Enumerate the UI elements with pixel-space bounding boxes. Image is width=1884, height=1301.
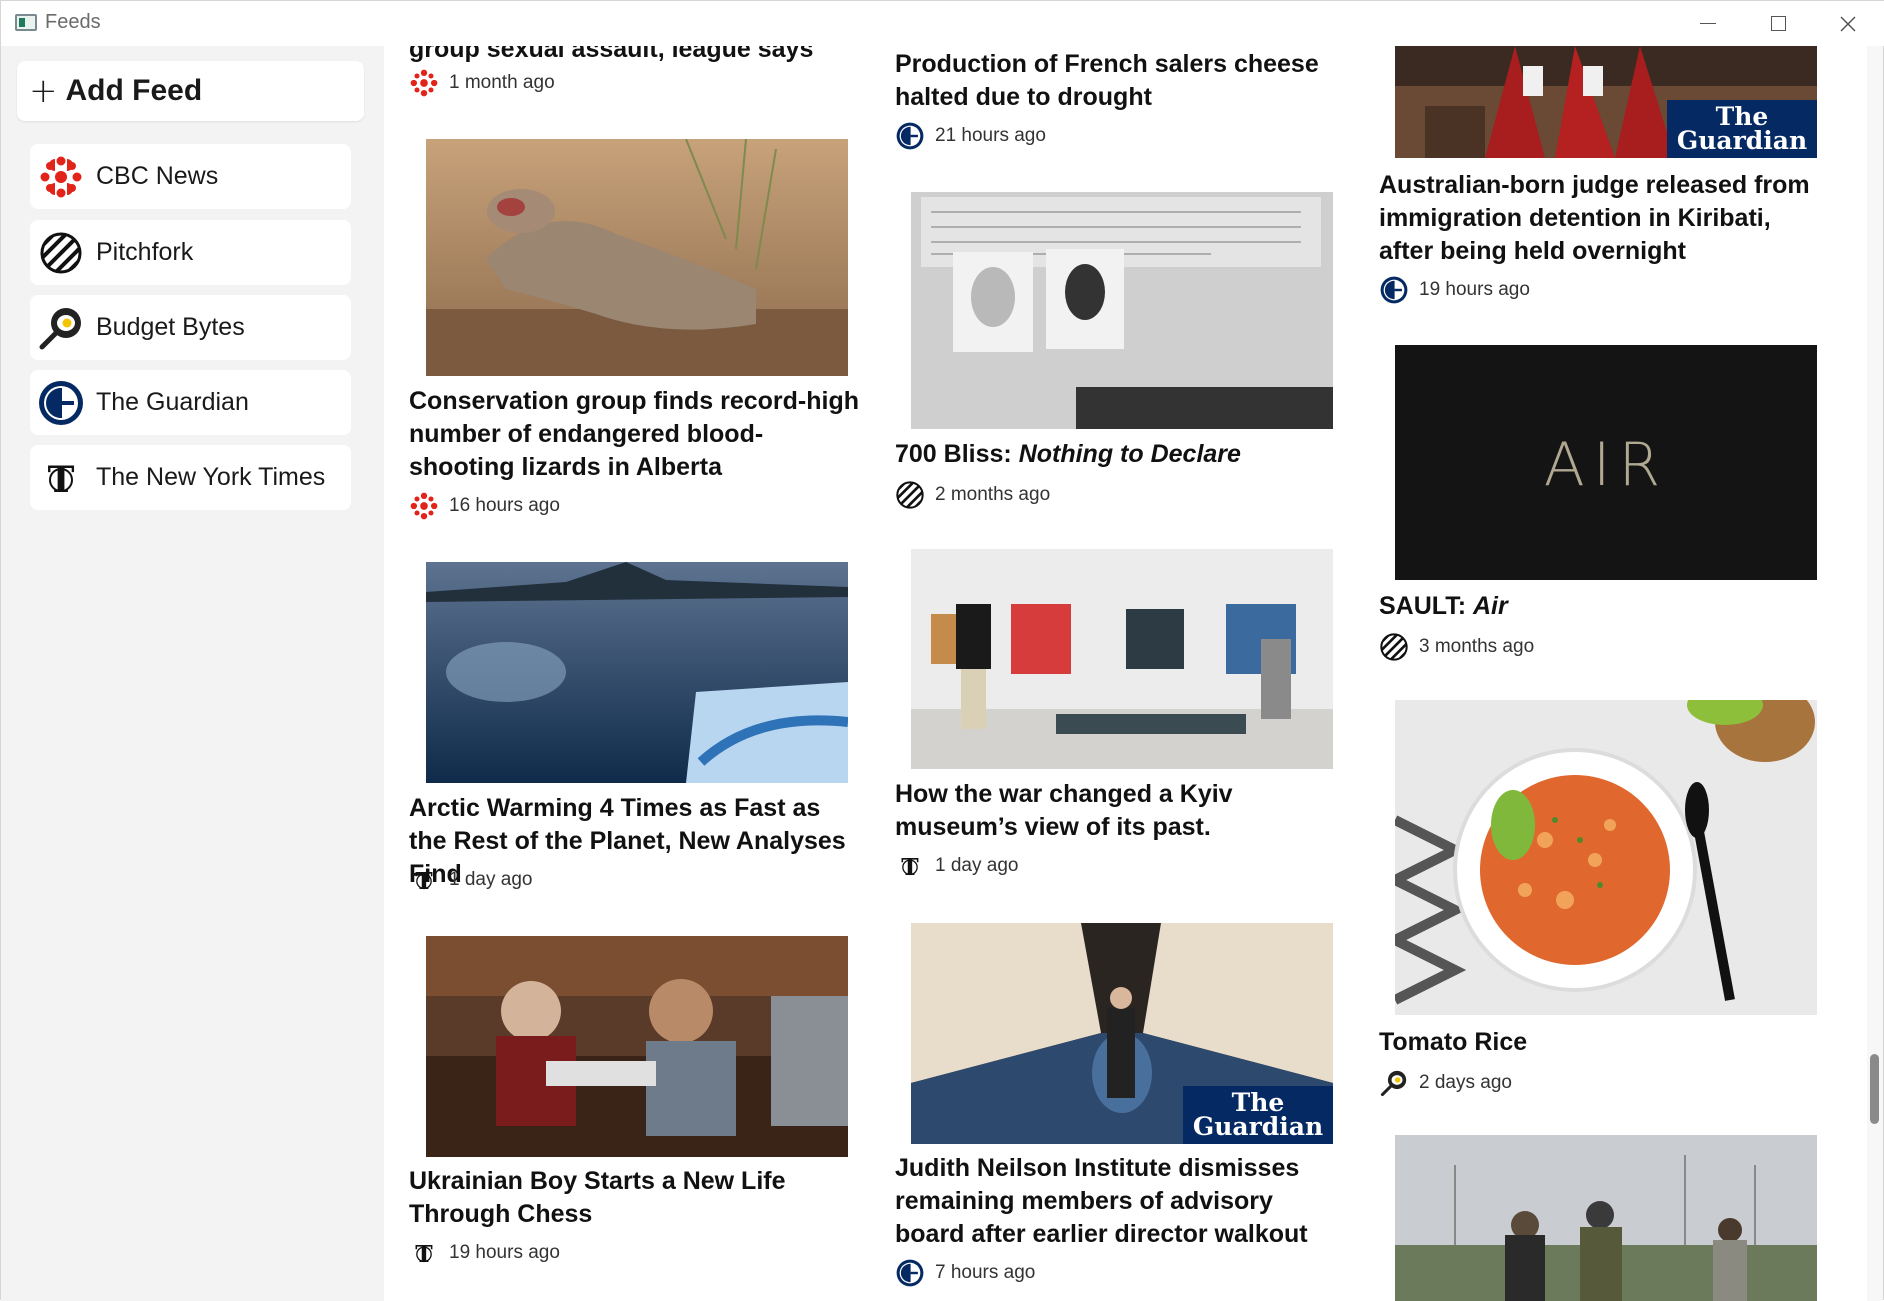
guardian-logo-icon <box>38 380 84 426</box>
article-time: 1 day ago <box>935 855 1019 876</box>
article-headline[interactable]: 700 Bliss: Nothing to Declare <box>895 438 1345 471</box>
nyt-logo-icon: T <box>409 1238 439 1268</box>
nyt-logo-icon: T <box>38 455 84 501</box>
title-bar: Feeds <box>1 1 1884 46</box>
article-image[interactable] <box>426 562 848 783</box>
badge-word: Guardian <box>1192 1112 1324 1141</box>
article-image[interactable] <box>426 936 848 1157</box>
guardian-badge: The Guardian <box>1667 100 1817 158</box>
article-time: 1 day ago <box>449 869 533 890</box>
article-meta: 1 month ago <box>409 68 555 98</box>
article-grid: group sexual assault, league says 1 mont… <box>384 46 1868 1301</box>
article-image[interactable] <box>426 139 848 376</box>
article-headline[interactable]: Australian-born judge released from immi… <box>1379 169 1829 268</box>
article-image[interactable]: AIR <box>1395 345 1817 580</box>
vertical-scrollbar[interactable] <box>1867 46 1883 1301</box>
nyt-logo-icon: T <box>895 851 925 881</box>
headline-prefix: SAULT: <box>1379 592 1473 620</box>
article-time: 1 month ago <box>449 72 555 93</box>
article-headline[interactable]: group sexual assault, league says <box>409 46 859 66</box>
svg-text:T: T <box>48 459 75 498</box>
pitchfork-logo-icon <box>1379 632 1409 662</box>
article-meta: 21 hours ago <box>895 121 1046 151</box>
sidebar-item-label: Pitchfork <box>96 238 194 266</box>
close-icon <box>1840 15 1856 32</box>
nyt-logo-icon: T <box>409 865 439 895</box>
article-time: 2 months ago <box>935 484 1051 505</box>
add-feed-label: Add Feed <box>65 74 203 107</box>
article-headline[interactable]: How the war changed a Kyiv museum’s view… <box>895 778 1345 844</box>
article-headline[interactable]: Ukrainian Boy Starts a New Life Through … <box>409 1165 859 1231</box>
budget-bytes-logo-icon <box>38 305 84 351</box>
article-headline[interactable]: Production of French salers cheese halte… <box>895 48 1345 114</box>
article-time: 21 hours ago <box>935 125 1046 146</box>
sidebar-item-label: CBC News <box>96 162 219 190</box>
article-time: 7 hours ago <box>935 1262 1036 1283</box>
badge-word: Guardian <box>1676 126 1808 155</box>
article-time: 16 hours ago <box>449 495 560 516</box>
close-button[interactable] <box>1813 1 1883 46</box>
pitchfork-logo-icon <box>895 480 925 510</box>
article-meta: T 19 hours ago <box>409 1238 560 1268</box>
article-image[interactable] <box>911 549 1333 769</box>
budget-bytes-logo-icon <box>1379 1068 1409 1098</box>
sidebar-item-budget-bytes[interactable]: Budget Bytes <box>30 295 351 360</box>
maximize-button[interactable] <box>1743 1 1813 46</box>
article-time: 19 hours ago <box>1419 279 1530 300</box>
sidebar-item-the-new-york-times[interactable]: T The New York Times <box>30 445 351 510</box>
sidebar-item-the-guardian[interactable]: The Guardian <box>30 370 351 435</box>
article-meta: 3 months ago <box>1379 632 1534 662</box>
sidebar-item-label: The New York Times <box>96 463 326 491</box>
sidebar-item-pitchfork[interactable]: Pitchfork <box>30 220 351 285</box>
guardian-logo-icon <box>1379 275 1409 305</box>
pitchfork-logo-icon <box>38 230 84 276</box>
article-time: 2 days ago <box>1419 1072 1512 1093</box>
guardian-logo-icon <box>895 1258 925 1288</box>
sidebar-item-cbc-news[interactable]: CBC News <box>30 144 351 209</box>
minimize-icon <box>1700 22 1716 25</box>
article-image[interactable]: The Guardian <box>1395 46 1817 158</box>
article-time: 3 months ago <box>1419 636 1535 657</box>
article-headline[interactable]: Conservation group finds record-high num… <box>409 385 859 484</box>
window-title: Feeds <box>45 11 101 33</box>
article-image[interactable] <box>911 192 1333 429</box>
sidebar-item-label: The Guardian <box>96 388 249 416</box>
article-meta: 2 days ago <box>1379 1068 1512 1098</box>
article-image[interactable]: The Guardian <box>911 923 1333 1144</box>
guardian-badge: The Guardian <box>1183 1086 1333 1144</box>
plus-icon: + <box>29 71 58 111</box>
minimize-button[interactable] <box>1673 1 1743 46</box>
album-cover-text: AIR <box>1544 430 1668 500</box>
headline-italic: Air <box>1472 592 1508 620</box>
article-meta: 2 months ago <box>895 480 1050 510</box>
cbc-logo-icon <box>38 154 84 200</box>
article-image[interactable] <box>1395 700 1817 1015</box>
sidebar: + Add Feed CBC News Pitchfork Budget Byt… <box>1 46 384 1301</box>
article-image[interactable] <box>1395 1135 1817 1301</box>
article-meta: 7 hours ago <box>895 1258 1035 1288</box>
article-headline[interactable]: Judith Neilson Institute dismisses remai… <box>895 1152 1345 1251</box>
article-time: 19 hours ago <box>449 1242 560 1263</box>
guardian-logo-icon <box>895 121 925 151</box>
sidebar-item-label: Budget Bytes <box>96 313 245 341</box>
article-headline[interactable]: Tomato Rice <box>1379 1026 1829 1059</box>
app-icon <box>15 14 37 31</box>
add-feed-button[interactable]: + Add Feed <box>17 61 364 121</box>
article-meta: T 1 day ago <box>409 865 532 895</box>
cbc-logo-icon <box>409 68 439 98</box>
headline-prefix: 700 Bliss: <box>895 440 1019 468</box>
article-headline[interactable]: SAULT: Air <box>1379 590 1829 623</box>
article-meta: 19 hours ago <box>1379 275 1530 305</box>
maximize-icon <box>1770 16 1786 31</box>
article-meta: T 1 day ago <box>895 851 1018 881</box>
scrollbar-thumb[interactable] <box>1870 1054 1879 1124</box>
headline-italic: Nothing to Declare <box>1018 440 1241 468</box>
app-window: Feeds + Add Feed CBC News Pitchfork Budg… <box>0 0 1884 1301</box>
article-meta: 16 hours ago <box>409 491 560 521</box>
cbc-logo-icon <box>409 491 439 521</box>
